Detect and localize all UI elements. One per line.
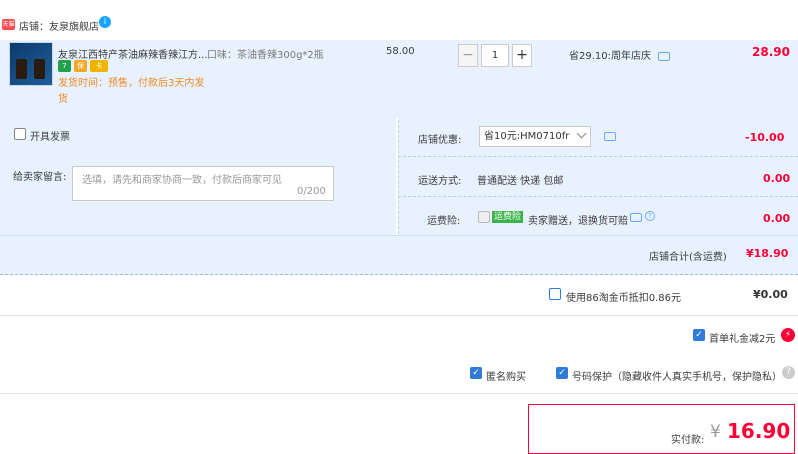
privacy-label[interactable]: 号码保护（隐藏收件人真实手机号，保护隐私） (572, 368, 782, 383)
product-sku: 口味：茶油香辣300g*2瓶 (207, 50, 324, 61)
insurance-label: 运费险: (427, 216, 461, 227)
promo-saving-text: 省29.10:周年店庆 (569, 51, 651, 62)
qty-decrease-button[interactable]: − (458, 44, 478, 67)
promo-saving: 省29.10:周年店庆 (569, 47, 671, 62)
store-total-label: 店铺合计(含运费) (649, 252, 727, 263)
wangwang-chat-icon[interactable]: i (99, 16, 111, 28)
product-title-link[interactable]: 友泉江西特产茶油麻辣香辣江方... (58, 46, 208, 61)
anonymous-checkbox[interactable]: ✓ (470, 367, 482, 379)
order-confirm-panel: { "shop": { "badge": "天猫", "label": "店铺：… (0, 0, 798, 454)
anonymous-label[interactable]: 匿名购买 (486, 368, 526, 383)
shipping-value: 普通配送 快递 包邮 (477, 176, 564, 187)
divider (0, 393, 798, 394)
coupon-amount: -10.00 (745, 131, 785, 144)
seller-message-placeholder: 选填，请先和商家协商一致，付款后商家可见 (82, 175, 282, 186)
item-subtotal: 28.90 (752, 45, 790, 59)
product-thumbnail[interactable] (9, 42, 53, 86)
seller-message-label: 给卖家留言: (13, 172, 67, 183)
lightning-icon: ⚡ (781, 328, 795, 342)
final-amount: 16.90 (727, 419, 791, 443)
insurance-checkbox[interactable] (478, 211, 490, 223)
tmall-badge-icon: 天猫 (2, 19, 15, 30)
taojinbi-value: ¥0.00 (753, 288, 788, 301)
shop-name-link[interactable]: 店铺：友泉旗舰店 (19, 18, 99, 33)
insurance-amount: 0.00 (763, 212, 791, 225)
shipping-time-note: 发货时间：预售，付款后3天内发货 (58, 78, 205, 105)
divider (398, 156, 798, 157)
divider (398, 120, 399, 234)
quantity-stepper: − 1 + (458, 44, 534, 67)
seven-day-return-icon[interactable]: 7 (58, 60, 71, 72)
qty-increase-button[interactable]: + (512, 44, 532, 67)
seller-message-count: 0/200 (297, 186, 326, 197)
invoice-label[interactable]: 开具发票 (30, 128, 70, 143)
guarantee-icon[interactable]: 保 (74, 60, 87, 72)
coupon-label: 店铺优惠: (418, 135, 462, 146)
promo-info-icon[interactable] (658, 51, 671, 61)
first-order-label[interactable]: 首单礼金减2元 (709, 330, 775, 345)
unit-price: 58.00 (386, 46, 415, 57)
taojinbi-checkbox[interactable] (549, 288, 561, 300)
insurance-tag: 运费险 (492, 211, 524, 223)
chevron-down-icon (576, 128, 587, 139)
coupon-select-value: 省10元:HM0710fr (484, 131, 570, 142)
card-payment-icon[interactable]: 卡 (90, 60, 108, 72)
insurance-chat-icon[interactable] (630, 213, 642, 222)
final-label: 实付款: (671, 435, 705, 446)
divider (0, 315, 798, 316)
help-icon[interactable]: ? (645, 211, 655, 221)
shop-header (0, 0, 798, 40)
qty-input[interactable]: 1 (481, 44, 509, 67)
privacy-help-icon[interactable]: ? (782, 366, 795, 379)
privacy-checkbox[interactable]: ✓ (556, 367, 568, 379)
shipping-amount: 0.00 (763, 172, 791, 185)
invoice-checkbox[interactable] (14, 128, 26, 140)
divider (398, 196, 798, 197)
insurance-value: 卖家赠送，退换货可赔 (528, 216, 628, 227)
first-order-checkbox[interactable]: ✓ (693, 329, 705, 341)
final-currency: ¥ (710, 422, 721, 442)
store-total-value: ¥18.90 (746, 247, 789, 260)
coupon-info-icon[interactable] (604, 132, 616, 141)
taojinbi-label[interactable]: 使用86淘金币抵扣0.86元 (566, 289, 681, 304)
coupon-select[interactable]: 省10元:HM0710fr (479, 126, 591, 147)
shipping-label: 运送方式: (418, 176, 462, 187)
